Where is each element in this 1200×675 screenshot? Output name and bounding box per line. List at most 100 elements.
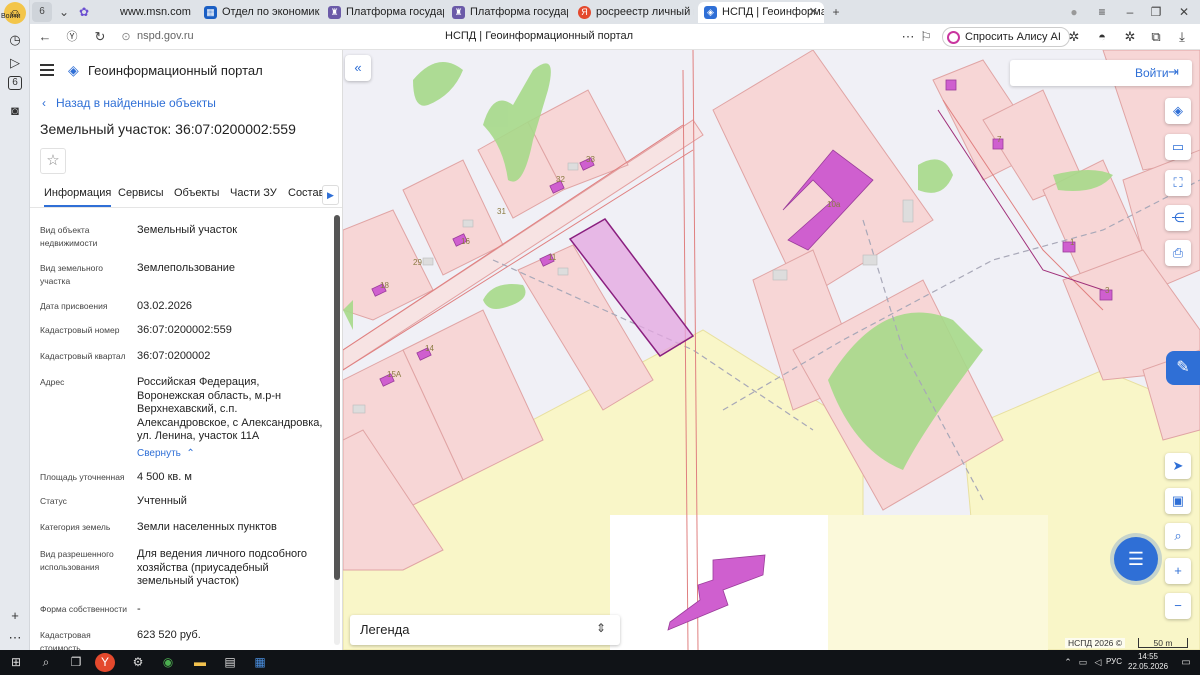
profile-icon[interactable]: ● <box>1064 2 1084 22</box>
tab-platform-1[interactable]: ♜ Платформа государстве <box>322 2 444 23</box>
yandex-browser-icon[interactable]: Y <box>95 653 115 672</box>
tab-services[interactable]: Сервисы <box>118 187 164 199</box>
menu-icon[interactable] <box>40 64 54 76</box>
favorite-star-icon[interactable]: ☆ <box>40 148 66 174</box>
tabs-next-arrow-icon[interactable]: ▶ <box>322 185 339 205</box>
chevron-down-icon[interactable]: ⌄ <box>54 2 74 22</box>
new-tab-icon[interactable]: + <box>826 2 846 22</box>
property-key: Кадастровый квартал <box>40 351 126 361</box>
restore-icon[interactable]: ❐ <box>1146 2 1166 22</box>
app-icon[interactable]: ▤ <box>220 653 240 672</box>
tab-nspd[interactable]: ◈НСПД | Геоинформацио ✕ <box>698 2 824 23</box>
play-icon[interactable]: ▷ <box>5 53 25 73</box>
tab-label: Платформа государстве <box>470 6 568 18</box>
parcel-number: 15А <box>387 370 402 379</box>
zoom-in-icon[interactable]: + <box>1165 558 1191 584</box>
screen: ☺ Войти ◷ ▷ 6 ◙ + ⋯ 6 ⌄ ✿ www.msn.com ▦ О… <box>0 0 1200 675</box>
property-key: Вид объекта недвижимости <box>40 225 98 248</box>
tab-objects[interactable]: Объекты <box>174 187 219 199</box>
help-icon[interactable]: ✎ <box>1166 351 1200 385</box>
task-view-icon[interactable]: ❐ <box>66 653 86 672</box>
puzzle-icon[interactable]: ⧉ <box>1148 29 1164 45</box>
system-login-label[interactable]: Войти <box>1 13 21 20</box>
tab-platform-2[interactable]: ♜ Платформа государстве <box>446 2 568 23</box>
search-location-icon[interactable]: ⌕ <box>1165 523 1191 549</box>
back-to-results-link[interactable]: ‹ Назад в найденные объекты <box>42 96 216 110</box>
legend-dropdown[interactable]: Легенда ⇕ <box>350 615 620 645</box>
select-area-icon[interactable]: ⛶ <box>1165 170 1191 196</box>
download-icon[interactable]: ⤓ <box>1174 29 1190 45</box>
add-icon[interactable]: + <box>5 605 25 625</box>
map-login-button[interactable]: Войти ⇥ <box>1010 60 1192 86</box>
chat-assistant-icon[interactable]: ☰ <box>1114 537 1158 581</box>
close-tab-icon[interactable]: ✕ <box>809 2 818 23</box>
document-app-icon[interactable]: ▦ <box>250 653 270 672</box>
minimap-icon[interactable]: ▣ <box>1165 488 1191 514</box>
tab-label: росреестр личный кабин <box>596 6 694 18</box>
ruler-icon[interactable]: ▭ <box>1165 134 1191 160</box>
more-dots-icon[interactable]: ⋯ <box>898 27 918 47</box>
close-window-icon[interactable]: ✕ <box>1174 2 1194 22</box>
history-icon[interactable]: ◷ <box>5 30 25 50</box>
print-icon[interactable]: ⎙ <box>1165 240 1191 266</box>
object-title: Земельный участок: 36:07:0200002:559 <box>40 121 296 137</box>
back-arrow-icon[interactable]: ← <box>35 27 55 47</box>
back-link-label: Назад в найденные объекты <box>56 96 216 110</box>
ask-alice-button[interactable]: Спросить Алису AI <box>942 27 1070 47</box>
parcel-number: 32 <box>556 175 565 184</box>
notifications-icon[interactable]: ▭ <box>1176 653 1196 672</box>
volume-icon[interactable]: ◁ <box>1088 653 1108 672</box>
tab-composition[interactable]: Состав <box>288 187 324 199</box>
yandex-icon[interactable]: Ⓨ <box>62 27 82 47</box>
lock-icon[interactable]: ⊙ <box>116 27 136 47</box>
parcel-number: 14 <box>425 344 434 353</box>
layers-icon[interactable]: ◈ <box>1165 98 1191 124</box>
panel-scrollbar[interactable] <box>334 215 340 645</box>
more-icon[interactable]: ⋯ <box>5 628 25 648</box>
collapse-panel-button[interactable]: « <box>345 55 371 81</box>
property-key: Форма собственности <box>40 604 127 614</box>
share-icon[interactable]: ⋲ <box>1165 205 1191 231</box>
counter-badge[interactable]: 6 <box>8 76 22 90</box>
bookmark-collection-icon[interactable]: ✿ <box>74 2 94 22</box>
system-sidebar: ☺ Войти ◷ ▷ 6 ◙ + ⋯ <box>0 0 30 650</box>
property-value: 36:07:0200002 <box>137 350 211 362</box>
reload-icon[interactable]: ↻ <box>90 27 110 47</box>
settings-gear-icon[interactable]: ⚙ <box>128 653 148 672</box>
language-indicator[interactable]: РУС <box>1106 657 1122 666</box>
camera-icon[interactable]: ◙ <box>5 100 25 120</box>
chrome-icon[interactable]: ◉ <box>158 653 178 672</box>
site-icon: ▦ <box>204 6 217 19</box>
clock[interactable]: 14:55 22.05.2026 <box>1128 652 1168 672</box>
url-field[interactable]: nspd.gov.ru <box>137 30 194 42</box>
tabs-menu-icon[interactable]: ≡ <box>1092 2 1112 22</box>
tab-economics[interactable]: ▦ Отдел по экономике и уп <box>198 2 320 23</box>
locate-icon[interactable]: ➤ <box>1165 453 1191 479</box>
tab-information[interactable]: Информация <box>44 187 112 207</box>
alice-icon <box>947 31 960 44</box>
extension-icon[interactable]: ✲ <box>1122 29 1138 45</box>
minimize-icon[interactable]: – <box>1120 2 1140 22</box>
map-canvas[interactable]: 33 32 31 16 29 11 18 14 15А 10а 7 1 3 <box>343 50 1200 650</box>
property-key: Площадь уточненная <box>40 472 125 482</box>
file-explorer-icon[interactable]: ▬ <box>190 653 210 672</box>
tab-counter[interactable]: 6 <box>32 2 52 22</box>
property-value: Учтенный <box>137 495 187 507</box>
windows-start-icon[interactable]: ⊞ <box>6 653 26 672</box>
search-icon[interactable]: ⌕ <box>36 653 56 672</box>
tab-parts[interactable]: Части ЗУ <box>230 187 277 199</box>
collapse-address-link[interactable]: Свернуть ⌃ <box>137 447 327 461</box>
property-key: Вид разрешенного использования <box>40 549 114 572</box>
property-value: Земли населенных пунктов <box>137 521 277 533</box>
bookmark-icon[interactable]: ⚐ <box>916 27 936 47</box>
tab-rosreestr[interactable]: Яросреестр личный кабин <box>572 2 694 23</box>
extension-icon[interactable]: ✲ <box>1066 29 1082 45</box>
parcel-number: 7 <box>997 135 1002 144</box>
tab-msn[interactable]: www.msn.com <box>96 2 196 23</box>
yandex-search-icon: Я <box>578 6 591 19</box>
legend-label: Легенда <box>360 622 410 637</box>
extension-icon[interactable]: ◓ <box>1094 29 1110 45</box>
scrollbar-thumb[interactable] <box>334 215 340 580</box>
map-view[interactable]: 33 32 31 16 29 11 18 14 15А 10а 7 1 3 « … <box>343 50 1200 650</box>
zoom-out-icon[interactable]: − <box>1165 593 1191 619</box>
